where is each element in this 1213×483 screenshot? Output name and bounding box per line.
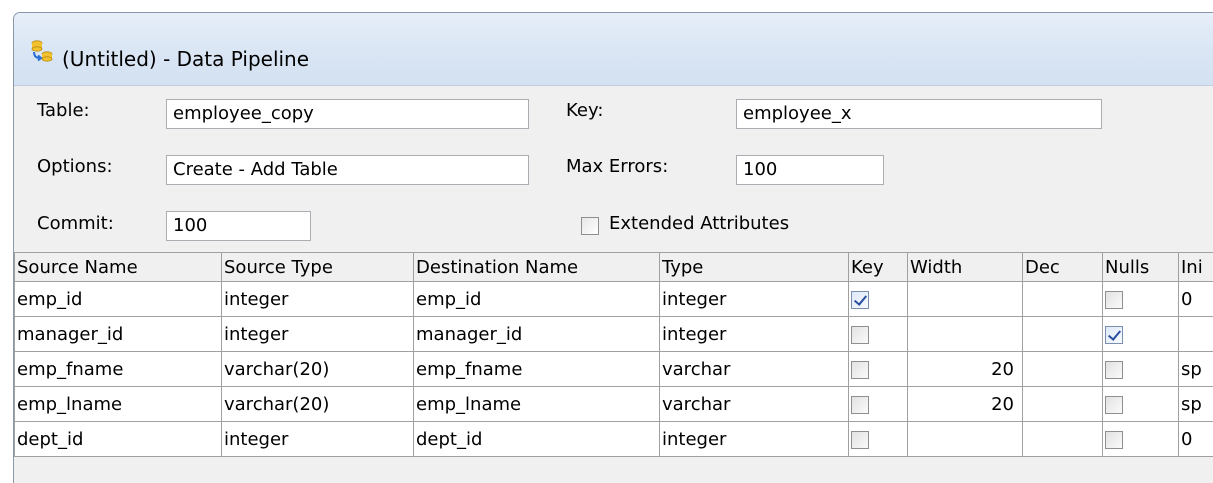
column-mapping-grid: Source Name Source Type Destination Name… — [14, 252, 1213, 457]
key-checkbox[interactable] — [851, 291, 869, 309]
type-cell[interactable]: varchar — [660, 352, 849, 387]
options-input[interactable]: Create - Add Table — [166, 155, 529, 185]
commit-label: Commit: — [37, 213, 114, 234]
initial-value-cell[interactable]: 0 — [1179, 282, 1213, 317]
source-type-cell[interactable]: integer — [222, 317, 414, 352]
width-cell[interactable] — [908, 282, 1023, 317]
width-cell[interactable] — [908, 317, 1023, 352]
nulls-cell — [1103, 387, 1179, 422]
col-header-source-type[interactable]: Source Type — [222, 253, 414, 282]
dec-cell[interactable] — [1023, 387, 1103, 422]
key-checkbox[interactable] — [851, 361, 869, 379]
nulls-cell — [1103, 422, 1179, 457]
initial-value-cell[interactable]: sp — [1179, 387, 1213, 422]
nulls-checkbox[interactable] — [1105, 291, 1123, 309]
nulls-cell — [1103, 352, 1179, 387]
grid-header-row: Source Name Source Type Destination Name… — [15, 253, 1213, 282]
key-checkbox[interactable] — [851, 431, 869, 449]
key-cell — [849, 317, 908, 352]
table-row[interactable]: emp_lnamevarchar(20)emp_lnamevarchar20sp — [15, 387, 1213, 422]
max-errors-label: Max Errors: — [566, 156, 668, 177]
window-title: (Untitled) - Data Pipeline — [62, 47, 309, 71]
type-cell[interactable]: varchar — [660, 387, 849, 422]
source-type-cell[interactable]: integer — [222, 282, 414, 317]
dec-cell[interactable] — [1023, 422, 1103, 457]
source-type-cell[interactable]: varchar(20) — [222, 352, 414, 387]
nulls-cell — [1103, 317, 1179, 352]
table-row[interactable]: emp_idintegeremp_idinteger0 — [15, 282, 1213, 317]
options-label: Options: — [37, 156, 113, 177]
width-cell[interactable]: 20 — [908, 387, 1023, 422]
dec-cell[interactable] — [1023, 282, 1103, 317]
table-label: Table: — [37, 100, 90, 121]
type-cell[interactable]: integer — [660, 317, 849, 352]
col-header-key[interactable]: Key — [849, 253, 908, 282]
pipeline-options-form: Table: employee_copy Key: employee_x Opt… — [14, 86, 1213, 248]
col-header-dec[interactable]: Dec — [1023, 253, 1103, 282]
extended-attributes-checkbox[interactable] — [581, 217, 599, 235]
type-cell[interactable]: integer — [660, 422, 849, 457]
destination-name-cell[interactable]: dept_id — [414, 422, 660, 457]
table-row[interactable]: emp_fnamevarchar(20)emp_fnamevarchar20sp — [15, 352, 1213, 387]
col-header-width[interactable]: Width — [908, 253, 1023, 282]
max-errors-input[interactable]: 100 — [736, 155, 884, 185]
source-name-cell[interactable]: emp_fname — [15, 352, 222, 387]
col-header-source-name[interactable]: Source Name — [15, 253, 222, 282]
col-header-nulls[interactable]: Nulls — [1103, 253, 1179, 282]
commit-input[interactable]: 100 — [166, 211, 311, 241]
key-cell — [849, 387, 908, 422]
key-name-input[interactable]: employee_x — [736, 99, 1102, 129]
key-cell — [849, 422, 908, 457]
nulls-checkbox[interactable] — [1105, 396, 1123, 414]
source-type-cell[interactable]: varchar(20) — [222, 387, 414, 422]
col-header-destination-name[interactable]: Destination Name — [414, 253, 660, 282]
initial-value-cell[interactable]: 0 — [1179, 422, 1213, 457]
destination-name-cell[interactable]: manager_id — [414, 317, 660, 352]
source-name-cell[interactable]: emp_lname — [15, 387, 222, 422]
width-cell[interactable]: 20 — [908, 352, 1023, 387]
key-cell — [849, 352, 908, 387]
dec-cell[interactable] — [1023, 352, 1103, 387]
destination-name-cell[interactable]: emp_lname — [414, 387, 660, 422]
table-name-input[interactable]: employee_copy — [166, 99, 529, 129]
data-pipeline-window: (Untitled) - Data Pipeline Table: employ… — [13, 12, 1213, 483]
source-name-cell[interactable]: emp_id — [15, 282, 222, 317]
destination-name-cell[interactable]: emp_id — [414, 282, 660, 317]
nulls-checkbox[interactable] — [1105, 326, 1123, 344]
source-name-cell[interactable]: dept_id — [15, 422, 222, 457]
key-checkbox[interactable] — [851, 396, 869, 414]
source-type-cell[interactable]: integer — [222, 422, 414, 457]
table-row[interactable]: manager_idintegermanager_idinteger — [15, 317, 1213, 352]
col-header-type[interactable]: Type — [660, 253, 849, 282]
key-label: Key: — [566, 100, 603, 121]
nulls-checkbox[interactable] — [1105, 431, 1123, 449]
nulls-checkbox[interactable] — [1105, 361, 1123, 379]
key-cell — [849, 282, 908, 317]
initial-value-cell[interactable] — [1179, 317, 1213, 352]
grid-body: emp_idintegeremp_idinteger0manager_idint… — [15, 282, 1213, 457]
extended-attributes-label: Extended Attributes — [609, 213, 789, 234]
initial-value-cell[interactable]: sp — [1179, 352, 1213, 387]
destination-name-cell[interactable]: emp_fname — [414, 352, 660, 387]
title-bar[interactable]: (Untitled) - Data Pipeline — [14, 13, 1213, 86]
nulls-cell — [1103, 282, 1179, 317]
width-cell[interactable] — [908, 422, 1023, 457]
table-row[interactable]: dept_idintegerdept_idinteger0 — [15, 422, 1213, 457]
source-name-cell[interactable]: manager_id — [15, 317, 222, 352]
dec-cell[interactable] — [1023, 317, 1103, 352]
col-header-initial-value[interactable]: Ini — [1179, 253, 1213, 282]
data-pipeline-icon — [30, 39, 54, 63]
type-cell[interactable]: integer — [660, 282, 849, 317]
key-checkbox[interactable] — [851, 326, 869, 344]
